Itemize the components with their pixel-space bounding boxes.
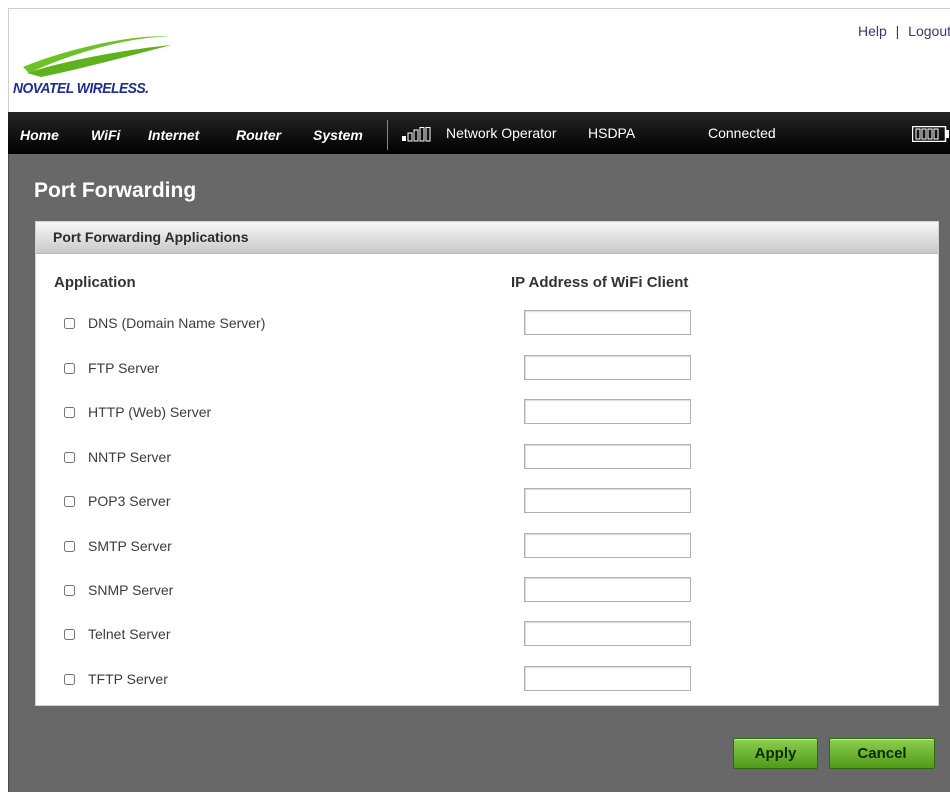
app-label-telnet: Telnet Server — [88, 626, 171, 642]
app-label-http: HTTP (Web) Server — [88, 404, 212, 420]
battery-icon — [912, 126, 949, 142]
nav-item-system[interactable]: System — [313, 112, 363, 154]
nav-item-internet[interactable]: Internet — [148, 112, 199, 154]
ip-input-telnet[interactable] — [524, 621, 691, 646]
nav-item-home[interactable]: Home — [20, 112, 59, 154]
ip-input-snmp[interactable] — [524, 577, 691, 602]
app-label-tftp: TFTP Server — [88, 671, 168, 687]
panel-title: Port Forwarding Applications — [53, 229, 249, 245]
help-link[interactable]: Help — [858, 23, 887, 39]
checkbox-ftp[interactable] — [64, 363, 75, 374]
network-operator: Network Operator — [446, 125, 557, 141]
ip-input-pop3[interactable] — [524, 488, 691, 513]
panel-header: Port Forwarding Applications — [36, 222, 938, 254]
checkbox-pop3[interactable] — [64, 496, 75, 507]
ip-input-smtp[interactable] — [524, 533, 691, 558]
connection-status: Connected — [708, 125, 776, 141]
ip-input-tftp[interactable] — [524, 666, 691, 691]
main-content: Port Forwarding Port Forwarding Applicat… — [8, 154, 950, 792]
checkbox-tftp[interactable] — [64, 674, 75, 685]
checkbox-nntp[interactable] — [64, 452, 75, 463]
page-title: Port Forwarding — [34, 179, 197, 202]
checkbox-snmp[interactable] — [64, 585, 75, 596]
signal-strength-icon — [402, 127, 431, 142]
ip-input-nntp[interactable] — [524, 444, 691, 469]
brand-name: NOVATEL WIRELESS. — [13, 80, 149, 97]
port-forwarding-panel: Port Forwarding Applications Application… — [35, 221, 939, 706]
nav-divider — [387, 120, 388, 150]
novatel-swoosh-logo — [23, 36, 173, 77]
network-type: HSDPA — [588, 125, 636, 141]
nav-item-wifi[interactable]: WiFi — [91, 112, 120, 154]
column-header-application: Application — [54, 274, 136, 291]
ip-input-ftp[interactable] — [524, 355, 691, 380]
cancel-button[interactable]: Cancel — [829, 738, 935, 769]
column-header-ip-address: IP Address of WiFi Client — [511, 274, 689, 291]
checkbox-smtp[interactable] — [64, 541, 75, 552]
app-label-smtp: SMTP Server — [88, 538, 172, 554]
header: NOVATEL WIRELESS. Help | Logout — [8, 8, 950, 113]
checkbox-dns[interactable] — [64, 318, 75, 329]
app-frame: NOVATEL WIRELESS. Help | Logout Home WiF… — [8, 8, 950, 792]
top-links-separator: | — [895, 23, 900, 39]
apply-button[interactable]: Apply — [733, 738, 818, 769]
app-label-dns: DNS (Domain Name Server) — [88, 315, 266, 331]
ip-input-http[interactable] — [524, 399, 691, 424]
top-links: Help | Logout — [858, 23, 950, 39]
app-label-snmp: SNMP Server — [88, 582, 174, 598]
app-label-pop3: POP3 Server — [88, 493, 171, 509]
ip-input-dns[interactable] — [524, 310, 691, 335]
nav-item-router[interactable]: Router — [236, 112, 281, 154]
checkbox-telnet[interactable] — [64, 629, 75, 640]
app-label-nntp: NNTP Server — [88, 449, 171, 465]
navbar: Home WiFi Internet Router System Network… — [8, 112, 950, 154]
app-label-ftp: FTP Server — [88, 360, 160, 376]
logout-link[interactable]: Logout — [908, 23, 950, 39]
checkbox-http[interactable] — [64, 407, 75, 418]
